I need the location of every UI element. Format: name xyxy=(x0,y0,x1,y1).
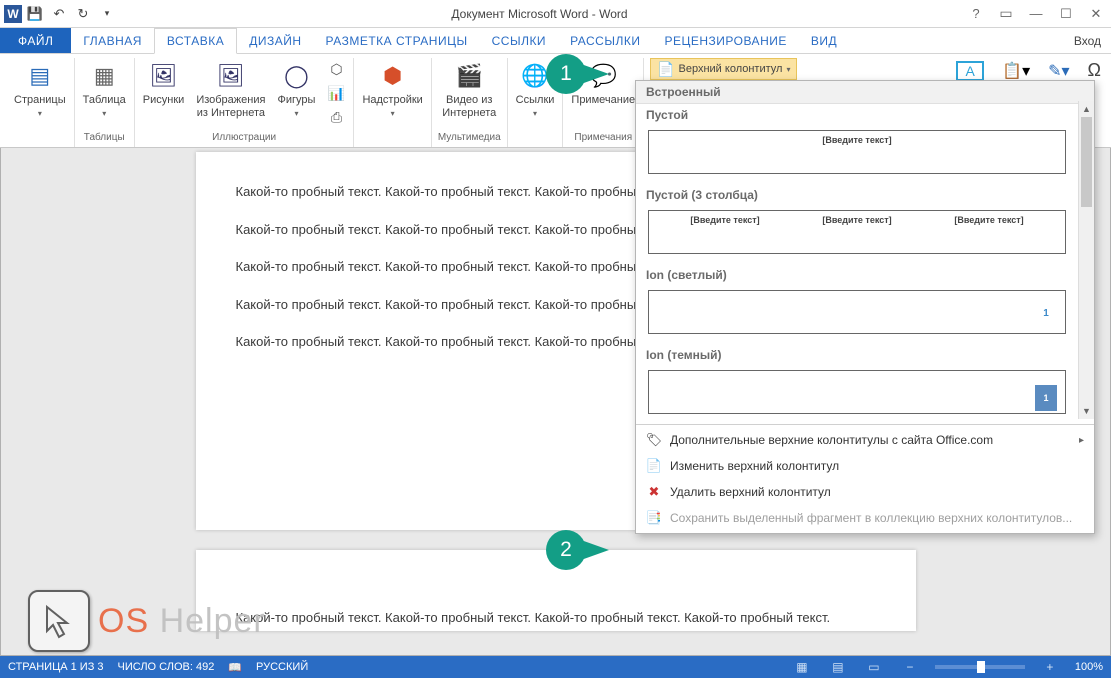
header-icon: 📄 xyxy=(657,61,674,78)
smartart-icon[interactable]: ⬡ xyxy=(325,58,347,80)
status-words[interactable]: ЧИСЛО СЛОВ: 492 xyxy=(118,661,215,673)
group-media: 🎬 Видео из Интернета Мультимедиа xyxy=(432,58,508,147)
pages-button[interactable]: ▤ Страницы ▾ xyxy=(12,58,68,120)
tab-file[interactable]: ФАЙЛ xyxy=(0,28,71,53)
save-icon[interactable]: 💾 xyxy=(24,3,46,25)
redo-icon[interactable]: ↻ xyxy=(72,3,94,25)
style-ion-light-title: Ion (светлый) xyxy=(636,264,1078,286)
paragraph: Какой-то пробный текст. Какой-то пробный… xyxy=(236,610,876,625)
watermark-logo: OS Helper xyxy=(28,590,266,652)
zoom-level[interactable]: 100% xyxy=(1075,661,1103,673)
group-tables: ▦ Таблица ▾ Таблицы xyxy=(75,58,135,147)
minimize-icon[interactable]: — xyxy=(1021,2,1051,26)
action-save-to-gallery: 📑 Сохранить выделенный фрагмент в коллек… xyxy=(636,505,1094,531)
read-mode-icon[interactable]: ▦ xyxy=(791,658,813,676)
ribbon-options-icon[interactable]: ▭ xyxy=(991,2,1021,26)
equation-icon[interactable]: Ω xyxy=(1088,60,1101,81)
zoom-slider[interactable] xyxy=(935,665,1025,669)
group-addins: ⬢ Надстройки ▾ xyxy=(354,58,431,147)
style-ion-dark-preview[interactable]: 1 xyxy=(648,370,1066,414)
status-page[interactable]: СТРАНИЦА 1 ИЗ 3 xyxy=(8,661,104,673)
zoom-in-icon[interactable]: + xyxy=(1039,658,1061,676)
group-pages: ▤ Страницы ▾ xyxy=(6,58,75,147)
undo-icon[interactable]: ↶ xyxy=(48,3,70,25)
wordart-icon[interactable]: ✎▾ xyxy=(1048,61,1069,81)
quickparts-icon[interactable]: 📋▾ xyxy=(1002,61,1030,81)
print-layout-icon[interactable]: ▤ xyxy=(827,658,849,676)
sign-in-link[interactable]: Вход xyxy=(1074,28,1111,53)
tab-design[interactable]: ДИЗАЙН xyxy=(237,28,313,53)
style-ion-dark-title: Ion (темный) xyxy=(636,344,1078,366)
video-icon: 🎬 xyxy=(453,60,485,92)
online-pictures-button[interactable]: 🖼 Изображения из Интернета xyxy=(194,58,267,121)
tab-layout[interactable]: РАЗМЕТКА СТРАНИЦЫ xyxy=(314,28,480,53)
header-gallery-dropdown: Встроенный Пустой [Введите текст] Пустой… xyxy=(635,80,1095,534)
word-app-icon: W xyxy=(4,5,22,23)
pictures-button[interactable]: 🖼 Рисунки xyxy=(141,58,187,109)
table-button[interactable]: ▦ Таблица ▾ xyxy=(81,58,128,120)
watermark-text: OS Helper xyxy=(98,602,266,641)
tab-view[interactable]: ВИД xyxy=(799,28,849,53)
action-edit-header[interactable]: 📄 Изменить верхний колонтитул xyxy=(636,453,1094,479)
status-bar: СТРАНИЦА 1 ИЗ 3 ЧИСЛО СЛОВ: 492 📖 РУССКИ… xyxy=(0,656,1111,678)
quick-access-toolbar: W 💾 ↶ ↻ ▾ xyxy=(0,3,118,25)
cursor-icon xyxy=(28,590,90,652)
tab-references[interactable]: ССЫЛКИ xyxy=(480,28,558,53)
online-video-button[interactable]: 🎬 Видео из Интернета xyxy=(440,58,498,121)
submenu-arrow-icon: ▸ xyxy=(1079,435,1084,446)
picture-icon: 🖼 xyxy=(148,60,180,92)
textbox-icon[interactable]: A xyxy=(956,61,984,81)
gallery-scrollbar[interactable]: ▲ ▼ xyxy=(1078,101,1094,419)
maximize-icon[interactable]: ☐ xyxy=(1051,2,1081,26)
style-ion-light-preview[interactable]: 1 xyxy=(648,290,1066,334)
gallery-section-builtin: Встроенный xyxy=(636,81,1094,104)
proofing-icon[interactable]: 📖 xyxy=(228,661,242,674)
callout-1: 1 xyxy=(546,54,609,94)
style-empty3-preview[interactable]: [Введите текст] [Введите текст] [Введите… xyxy=(648,210,1066,254)
style-empty-title: Пустой xyxy=(636,104,1078,126)
ribbon-tabs: ФАЙЛ ГЛАВНАЯ ВСТАВКА ДИЗАЙН РАЗМЕТКА СТР… xyxy=(0,28,1111,54)
save-gallery-icon: 📑 xyxy=(646,510,662,526)
window-title: Документ Microsoft Word - Word xyxy=(118,7,961,21)
chart-icon[interactable]: 📊 xyxy=(325,82,347,104)
office-icon: 🏷 xyxy=(646,432,662,448)
page-icon: ▤ xyxy=(24,60,56,92)
scroll-up-icon[interactable]: ▲ xyxy=(1079,101,1094,117)
edit-header-icon: 📄 xyxy=(646,458,662,474)
table-icon: ▦ xyxy=(88,60,120,92)
close-icon[interactable]: ✕ xyxy=(1081,2,1111,26)
style-empty-preview[interactable]: [Введите текст] xyxy=(648,130,1066,174)
store-icon: ⬢ xyxy=(377,60,409,92)
remove-header-icon: ✖ xyxy=(646,484,662,500)
scroll-thumb[interactable] xyxy=(1081,117,1092,207)
group-illustrations: 🖼 Рисунки 🖼 Изображения из Интернета ◯ Ф… xyxy=(135,58,355,147)
addins-button[interactable]: ⬢ Надстройки ▾ xyxy=(360,58,424,120)
shapes-icon: ◯ xyxy=(280,60,312,92)
web-layout-icon[interactable]: ▭ xyxy=(863,658,885,676)
title-bar: W 💾 ↶ ↻ ▾ Документ Microsoft Word - Word… xyxy=(0,0,1111,28)
style-empty3-title: Пустой (3 столбца) xyxy=(636,184,1078,206)
help-icon[interactable]: ? xyxy=(961,2,991,26)
screenshot-icon[interactable]: ⎙ xyxy=(325,106,347,128)
shapes-button[interactable]: ◯ Фигуры ▾ xyxy=(275,58,317,120)
tab-review[interactable]: РЕЦЕНЗИРОВАНИЕ xyxy=(652,28,798,53)
qat-dropdown-icon[interactable]: ▾ xyxy=(96,3,118,25)
zoom-out-icon[interactable]: − xyxy=(899,658,921,676)
callout-2: 2 xyxy=(546,530,609,570)
scroll-down-icon[interactable]: ▼ xyxy=(1079,403,1094,419)
online-picture-icon: 🖼 xyxy=(215,60,247,92)
action-remove-header[interactable]: ✖ Удалить верхний колонтитул xyxy=(636,479,1094,505)
tab-mailings[interactable]: РАССЫЛКИ xyxy=(558,28,652,53)
tab-home[interactable]: ГЛАВНАЯ xyxy=(71,28,154,53)
status-language[interactable]: РУССКИЙ xyxy=(256,661,308,673)
header-button[interactable]: 📄 Верхний колонтитул ▾ xyxy=(650,58,797,80)
gallery-actions: 🏷 Дополнительные верхние колонтитулы с с… xyxy=(636,424,1094,533)
action-more-from-office[interactable]: 🏷 Дополнительные верхние колонтитулы с с… xyxy=(636,427,1094,453)
tab-insert[interactable]: ВСТАВКА xyxy=(154,28,237,54)
